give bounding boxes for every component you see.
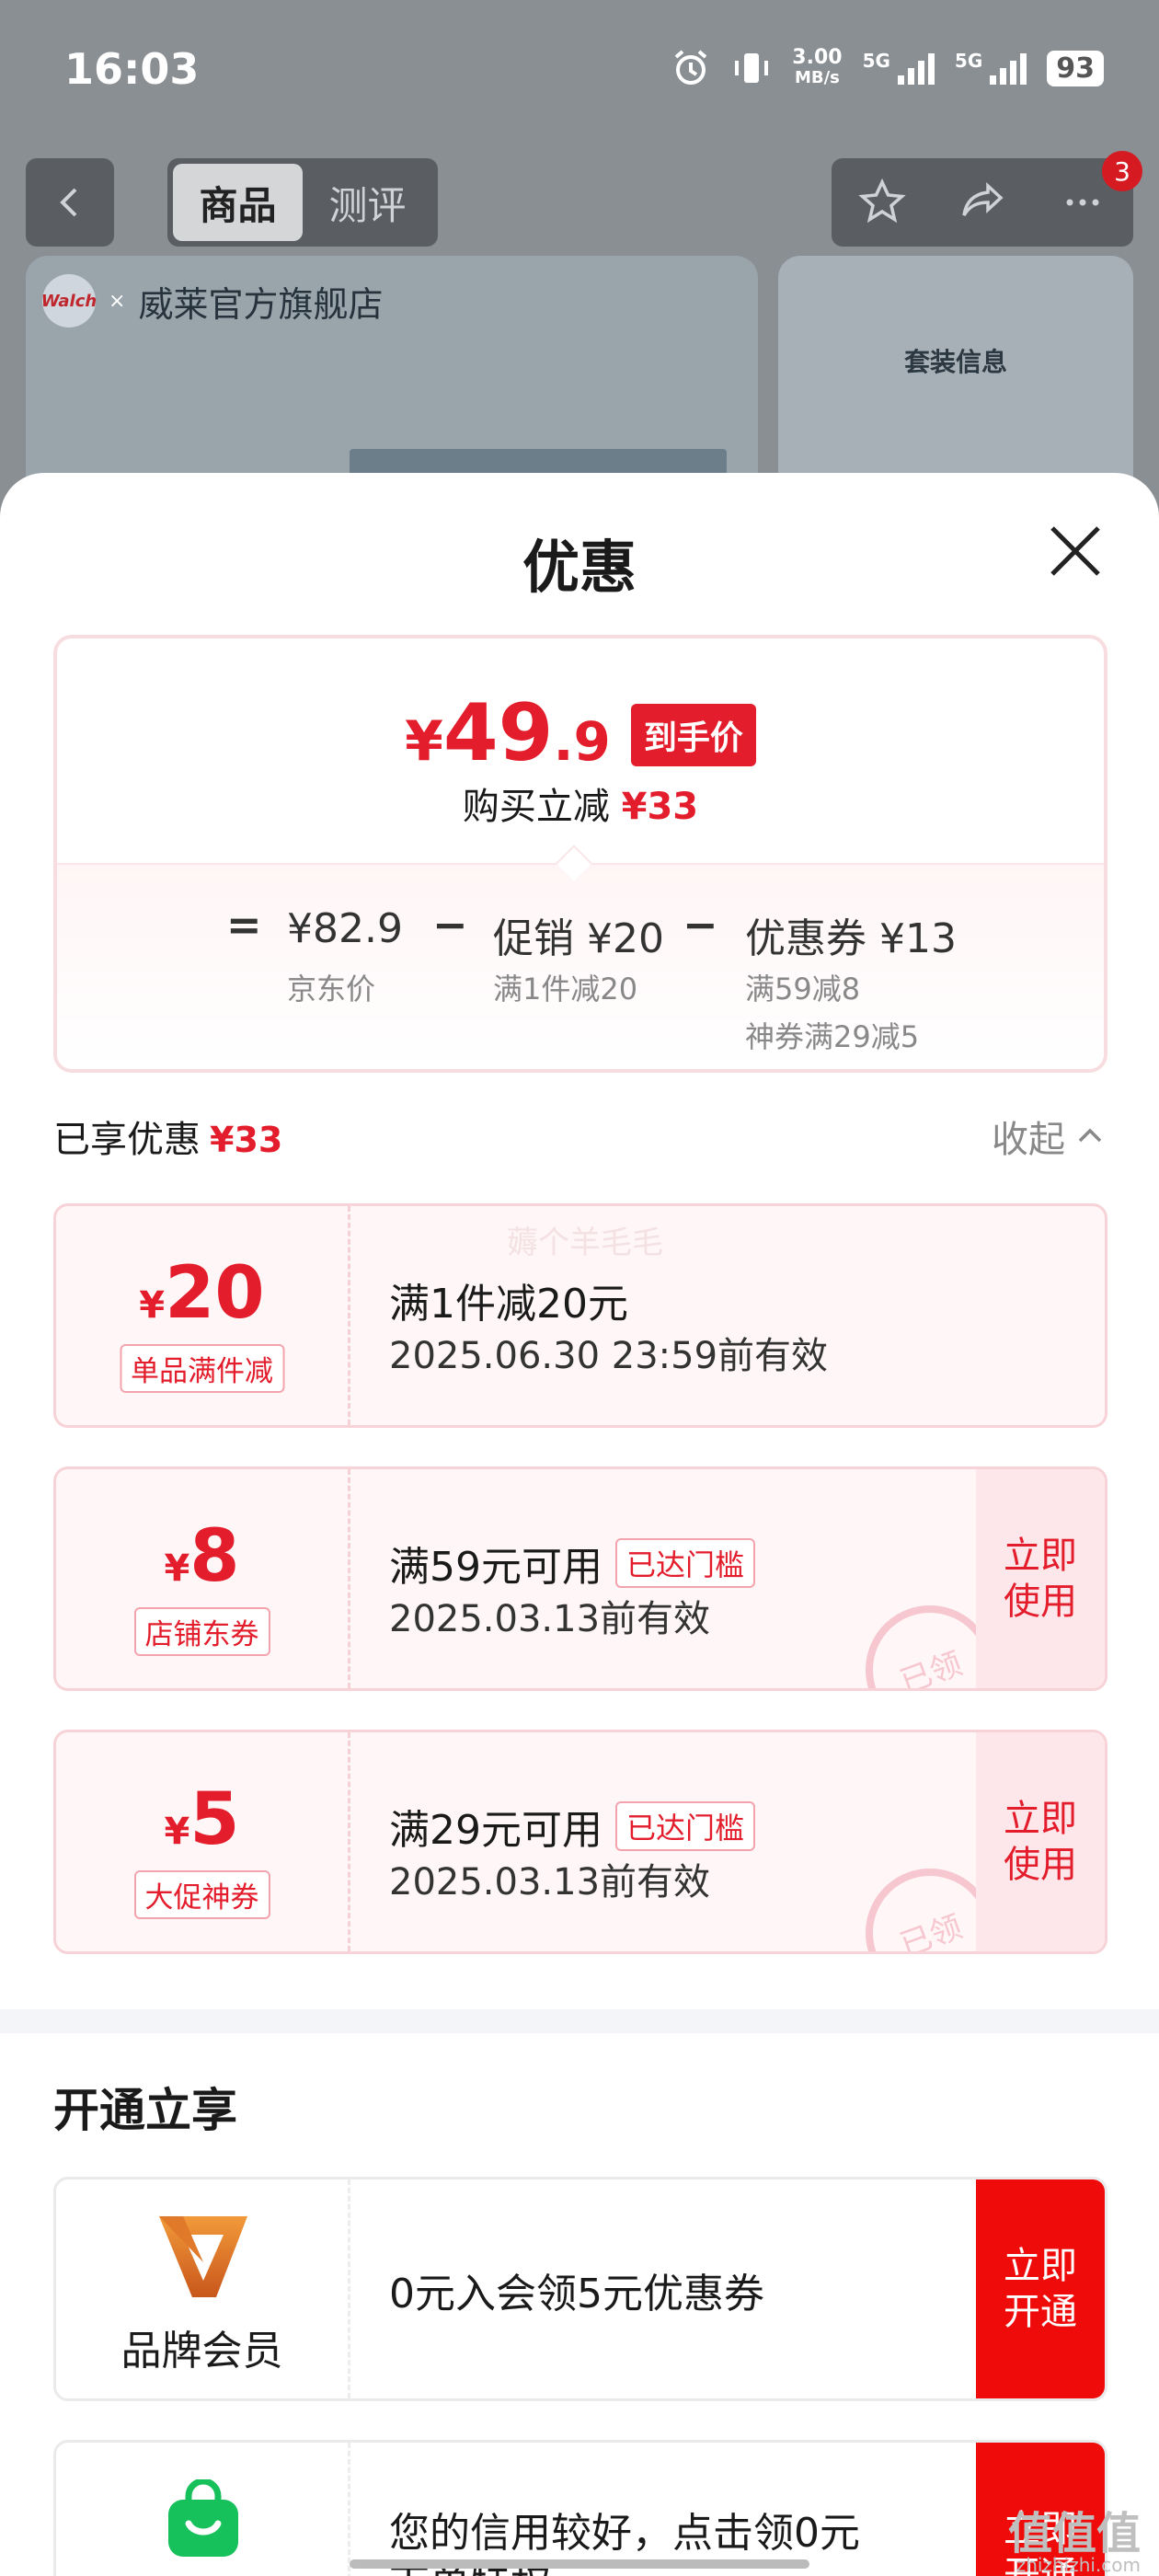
product-tabs: 商品 测评 bbox=[167, 158, 438, 247]
network-speed: 3.00 MB/s bbox=[792, 46, 843, 88]
coupon-value: ¥8 bbox=[164, 1515, 240, 1598]
home-indicator[interactable] bbox=[350, 2559, 809, 2569]
tab-product[interactable]: 商品 bbox=[173, 164, 303, 241]
brand-member-logo-icon bbox=[159, 2216, 247, 2297]
use-coupon-button[interactable]: 立即 使用 bbox=[976, 1469, 1105, 1688]
back-button[interactable] bbox=[26, 158, 114, 247]
enjoyed-label: 已享优惠 bbox=[53, 1119, 201, 1161]
close-icon bbox=[1050, 526, 1100, 576]
membership-description: 0元入会领5元优惠券 bbox=[389, 2271, 764, 2317]
coupon-validity: 2025.03.13前有效 bbox=[389, 1861, 711, 1903]
set-info-title: 套装信息 bbox=[903, 347, 1007, 377]
sheet-title: 优惠 bbox=[522, 534, 637, 601]
alarm-icon bbox=[674, 50, 707, 85]
coupon-card: ¥20 单品满件减 薅个羊毛毛 满1件减20元 2025.06.30 23:59… bbox=[53, 1203, 1107, 1428]
credit-description: 您的信用较好，点击领0元 bbox=[389, 2510, 860, 2557]
shopping-bag-icon bbox=[168, 2479, 238, 2557]
coupon-detail-1: 满59减8 bbox=[745, 972, 861, 1006]
coupon-amount: 优惠券 ¥13 bbox=[745, 915, 957, 962]
vibrate-icon bbox=[735, 53, 769, 83]
discount-sheet: 优惠 ¥49.9 到手价 购买立减 ¥33 = ¥82.9 京东价 − 促销 ¥… bbox=[0, 473, 1159, 2576]
coupon-condition: 满29元可用 已达门槛 bbox=[389, 1797, 756, 1856]
coupon-type-tag: 单品满件减 bbox=[120, 1344, 284, 1393]
collapse-toggle[interactable]: 收起 bbox=[992, 1110, 1106, 1163]
threshold-reached-badge: 已达门槛 bbox=[615, 1538, 756, 1588]
final-price-line: ¥49.9 到手价 bbox=[57, 694, 1104, 781]
equals-sign: = bbox=[226, 900, 262, 949]
status-bar: 16:03 3.00 MB/s 5G 5G 93 bbox=[0, 0, 1159, 138]
final-price-tag: 到手价 bbox=[630, 704, 756, 766]
more-badge: 3 bbox=[1102, 151, 1142, 191]
store-logo: Walch bbox=[41, 274, 97, 328]
open-section-title: 开通立享 bbox=[53, 2084, 237, 2137]
status-time: 16:03 bbox=[64, 44, 200, 94]
enjoyed-amount: ¥33 bbox=[210, 1120, 283, 1160]
coupon-validity: 2025.06.30 23:59前有效 bbox=[389, 1335, 829, 1377]
signal-icon-1 bbox=[897, 52, 935, 85]
minus-sign-2: − bbox=[683, 900, 718, 949]
product-top-bar: 商品 测评 3 bbox=[26, 151, 1142, 247]
price-summary: ¥49.9 到手价 购买立减 ¥33 = ¥82.9 京东价 − 促销 ¥20 … bbox=[53, 635, 1107, 1073]
chevron-up-icon bbox=[1078, 1128, 1102, 1143]
status-icons: 3.00 MB/s 5G 5G 93 bbox=[671, 48, 1104, 88]
star-icon[interactable] bbox=[856, 177, 908, 228]
coupon-condition: 满59元可用 已达门槛 bbox=[389, 1534, 756, 1593]
network-type-2: 5G bbox=[954, 50, 983, 72]
jd-price: ¥82.9 bbox=[287, 905, 403, 952]
brand-member-label: 品牌会员 bbox=[120, 2328, 283, 2375]
coupon-value: ¥5 bbox=[164, 1778, 240, 1861]
coupon-value: ¥20 bbox=[139, 1252, 265, 1335]
minus-sign-1: − bbox=[432, 900, 468, 949]
coupon-card: ¥5 大促神券 满29元可用 已达门槛 2025.03.13前有效 已领 立即 使用 bbox=[53, 1730, 1107, 1954]
share-icon[interactable] bbox=[957, 177, 1008, 228]
chevron-left-icon bbox=[60, 188, 77, 217]
section-divider bbox=[0, 2009, 1159, 2033]
threshold-reached-badge: 已达门槛 bbox=[615, 1801, 756, 1851]
action-group: 3 bbox=[832, 151, 1142, 247]
tab-review[interactable]: 测评 bbox=[303, 164, 432, 241]
watermark-text: 薅个羊毛毛 bbox=[507, 1225, 663, 1261]
save-line: 购买立减 ¥33 bbox=[462, 786, 699, 828]
coupon-condition: 满1件减20元 bbox=[389, 1281, 628, 1328]
signal-icon-2 bbox=[990, 52, 1027, 85]
store-name: 威莱官方旗舰店 bbox=[138, 283, 384, 325]
use-coupon-button[interactable]: 立即 使用 bbox=[976, 1732, 1105, 1951]
credit-card: 您的信用较好，点击领0元 下单特权 立即开通 bbox=[53, 2440, 1107, 2576]
close-button[interactable] bbox=[1047, 523, 1104, 580]
coupon-validity: 2025.03.13前有效 bbox=[389, 1598, 711, 1640]
coupon-detail-2: 神券满29减5 bbox=[745, 1019, 920, 1054]
battery-level: 93 bbox=[1047, 50, 1104, 86]
enjoyed-row: 已享优惠 ¥33 收起 bbox=[53, 1110, 1106, 1165]
store-row: Walch × 威莱官方旗舰店 bbox=[41, 274, 384, 328]
background-page: 16:03 3.00 MB/s 5G 5G 93 商品 测评 3 Walch ×… bbox=[0, 0, 1159, 532]
promo-detail: 满1件减20 bbox=[493, 972, 638, 1006]
jd-price-label: 京东价 bbox=[287, 972, 376, 1006]
promo-amount: 促销 ¥20 bbox=[493, 915, 664, 962]
site-watermark: 值值值 zhizhizhi.com bbox=[1007, 2508, 1141, 2576]
coupon-type-tag: 店铺东券 bbox=[133, 1607, 270, 1656]
coupon-type-tag: 大促神券 bbox=[133, 1870, 270, 1919]
more-icon[interactable] bbox=[1057, 177, 1108, 228]
open-membership-button[interactable]: 立即 开通 bbox=[976, 2179, 1105, 2398]
final-price: ¥49.9 bbox=[405, 687, 611, 779]
network-type-1: 5G bbox=[862, 50, 890, 72]
coupon-card: ¥8 店铺东券 满59元可用 已达门槛 2025.03.13前有效 已领 立即 使用 bbox=[53, 1466, 1107, 1691]
membership-card: 品牌会员 0元入会领5元优惠券 立即 开通 bbox=[53, 2177, 1107, 2401]
